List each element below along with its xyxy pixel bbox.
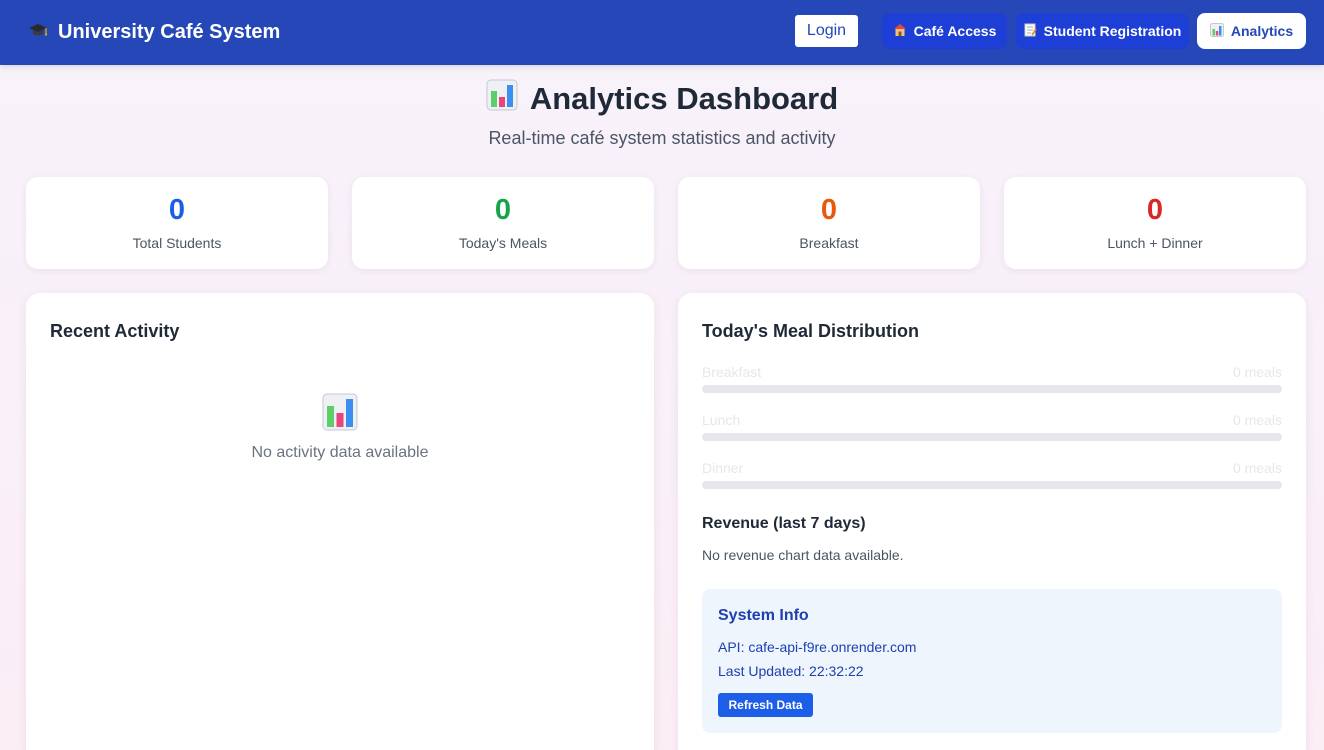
- meal-name: Lunch: [702, 412, 741, 428]
- meal-count: 0 meals: [1232, 460, 1282, 476]
- bar-chart-icon: [26, 393, 654, 431]
- stat-label: Lunch + Dinner: [1107, 235, 1203, 251]
- stat-card-breakfast: 0 Breakfast: [678, 177, 980, 269]
- nav-cafe-access[interactable]: Café Access: [882, 13, 1007, 49]
- meal-progress-bar: [702, 385, 1282, 393]
- meal-count: 0 meals: [1232, 364, 1282, 380]
- page-subtitle: Real-time café system statistics and act…: [488, 128, 836, 148]
- stat-value: 0: [494, 194, 512, 226]
- graduation-cap-icon: [28, 22, 48, 43]
- top-navbar: University Café System Login Café Access…: [0, 0, 1324, 65]
- system-info-title: System Info: [718, 607, 809, 624]
- memo-icon: [1024, 23, 1037, 39]
- meal-count: 0 meals: [1232, 412, 1282, 428]
- bar-chart-icon: [486, 79, 518, 119]
- meal-name: Dinner: [702, 460, 744, 476]
- house-icon: [893, 23, 907, 39]
- page-title-text: Analytics Dashboard: [529, 81, 839, 116]
- meal-distribution-title: Today's Meal Distribution: [702, 321, 919, 341]
- last-updated: Last Updated: 22:32:22: [718, 663, 864, 679]
- nav-student-registration-label: Student Registration: [1043, 23, 1182, 39]
- stat-value: 0: [1146, 194, 1164, 226]
- meal-row-dinner: Dinner 0 meals: [702, 460, 1282, 490]
- recent-activity-title: Recent Activity: [50, 321, 180, 341]
- nav-cafe-access-label: Café Access: [913, 23, 997, 39]
- nav-analytics[interactable]: Analytics: [1197, 13, 1306, 49]
- meal-row-breakfast: Breakfast 0 meals: [702, 364, 1282, 394]
- brand[interactable]: University Café System: [28, 18, 280, 46]
- meal-row-lunch: Lunch 0 meals: [702, 412, 1282, 442]
- meal-name: Breakfast: [702, 364, 762, 380]
- stat-card-todays-meals: 0 Today's Meals: [352, 177, 654, 269]
- stat-label: Breakfast: [799, 235, 859, 251]
- nav-student-registration[interactable]: Student Registration: [1016, 13, 1189, 49]
- login-button[interactable]: Login: [795, 15, 858, 47]
- stat-card-lunch-dinner: 0 Lunch + Dinner: [1004, 177, 1306, 269]
- bar-chart-icon: [1209, 23, 1224, 39]
- refresh-data-button[interactable]: Refresh Data: [718, 693, 813, 717]
- meal-progress-bar: [702, 433, 1282, 441]
- recent-activity-panel: Recent Activity No activity data availab…: [26, 293, 654, 750]
- revenue-empty-text: No revenue chart data available.: [702, 547, 904, 563]
- stat-card-total-students: 0 Total Students: [26, 177, 328, 269]
- api-endpoint: API: cafe-api-f9re.onrender.com: [718, 639, 917, 655]
- stat-value: 0: [168, 194, 186, 226]
- revenue-title: Revenue (last 7 days): [702, 515, 866, 532]
- stat-label: Total Students: [132, 235, 222, 251]
- nav-analytics-label: Analytics: [1230, 23, 1294, 39]
- brand-title: University Café System: [58, 20, 281, 43]
- system-info-box: System Info API: cafe-api-f9re.onrender.…: [702, 589, 1282, 733]
- meal-progress-bar: [702, 481, 1282, 489]
- stat-label: Today's Meals: [458, 235, 548, 251]
- empty-state-text: No activity data available: [251, 444, 429, 461]
- stat-value: 0: [820, 194, 838, 226]
- page-title: Analytics Dashboard: [0, 79, 1324, 119]
- meal-distribution-panel: Today's Meal Distribution Breakfast 0 me…: [678, 293, 1306, 750]
